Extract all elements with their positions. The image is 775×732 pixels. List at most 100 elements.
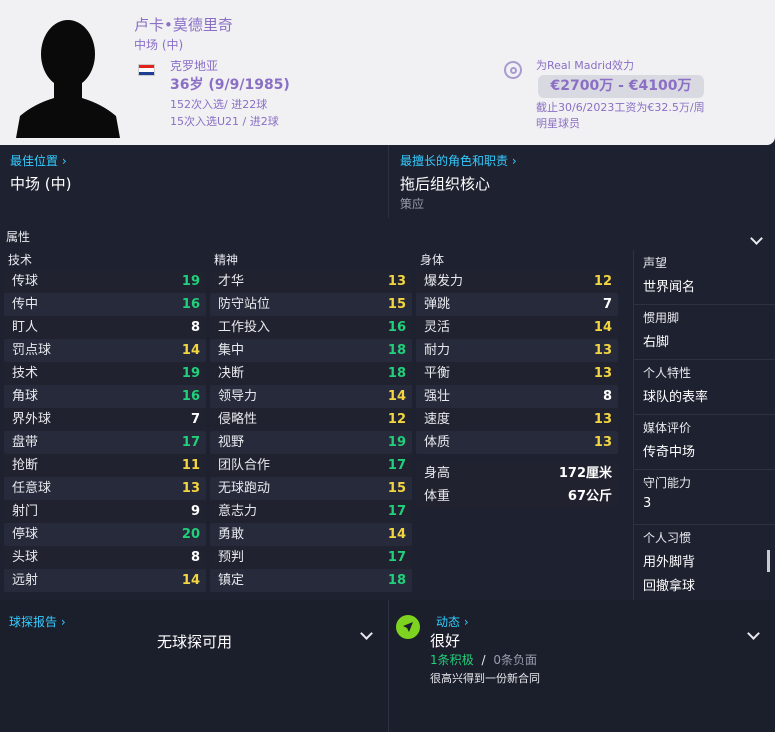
- physical-attribute-row[interactable]: 平衡 13: [416, 362, 618, 385]
- chevron-down-icon[interactable]: [747, 627, 760, 640]
- preferred-foot-item: 惯用脚 右脚: [634, 305, 775, 360]
- mental-attribute-row[interactable]: 团队合作 17: [210, 454, 412, 477]
- technical-attribute-row[interactable]: 停球 20: [4, 523, 206, 546]
- negative-count: 0条负面: [493, 653, 537, 667]
- technical-heading: 技术: [8, 253, 33, 267]
- technical-attribute-row[interactable]: 技术 19: [4, 362, 206, 385]
- attribute-value: 14: [387, 389, 406, 404]
- technical-attribute-row[interactable]: 抢断 11: [4, 454, 206, 477]
- mental-attribute-row[interactable]: 防守站位 15: [210, 293, 412, 316]
- preferred-foot-label: 惯用脚: [643, 311, 680, 325]
- best-position-link[interactable]: 最佳位置 ›: [10, 152, 378, 169]
- technical-attribute-row[interactable]: 盯人 8: [4, 316, 206, 339]
- chevron-down-icon[interactable]: [750, 232, 763, 245]
- physical-attribute-row[interactable]: 体质 13: [416, 431, 618, 454]
- mental-attribute-row[interactable]: 侵略性 12: [210, 408, 412, 431]
- club-badge-icon[interactable]: [504, 61, 522, 79]
- physical-attribute-row[interactable]: 强壮 8: [416, 385, 618, 408]
- technical-attribute-row[interactable]: 盘带 17: [4, 431, 206, 454]
- mental-attribute-row[interactable]: 工作投入 16: [210, 316, 412, 339]
- best-role-panel: 最擅长的角色和职责 › 拖后组织核心 策应: [390, 145, 775, 218]
- transfer-value: €2700万 - €4100万: [538, 75, 704, 98]
- technical-attribute-row[interactable]: 传球 19: [4, 270, 206, 293]
- player-header: 卢卡•莫德里奇 中场 (中) 克罗地亚 36岁 (9/9/1985) 152次入…: [0, 0, 775, 145]
- mental-attribute-row[interactable]: 预判 17: [210, 546, 412, 569]
- mental-attribute-row[interactable]: 领导力 14: [210, 385, 412, 408]
- attribute-value: 18: [387, 366, 406, 381]
- attribute-value: 9: [190, 504, 200, 519]
- technical-attribute-row[interactable]: 任意球 13: [4, 477, 206, 500]
- attribute-name: 爆发力: [424, 274, 464, 289]
- nationality[interactable]: 克罗地亚: [170, 57, 218, 74]
- attribute-value: 18: [387, 573, 406, 588]
- mental-attribute-row[interactable]: 决断 18: [210, 362, 412, 385]
- attribute-value: 17: [387, 550, 406, 565]
- mental-attribute-row[interactable]: 视野 19: [210, 431, 412, 454]
- technical-attribute-row[interactable]: 界外球 7: [4, 408, 206, 431]
- mental-attribute-row[interactable]: 勇敢 14: [210, 523, 412, 546]
- goalkeeping-value: 3: [643, 496, 652, 511]
- physical-list: 爆发力 12 弹跳 7 灵活 14 耐力 13 平衡 13 强壮 8 速度 13 体质 13: [416, 270, 618, 454]
- physical-attribute-row[interactable]: 弹跳 7: [416, 293, 618, 316]
- technical-attribute-row[interactable]: 罚点球 14: [4, 339, 206, 362]
- attribute-value: 19: [181, 366, 200, 381]
- scout-report-link[interactable]: 球探报告 ›: [9, 613, 66, 630]
- physical-attribute-row[interactable]: 耐力 13: [416, 339, 618, 362]
- attribute-name: 才华: [218, 274, 245, 289]
- mental-heading: 精神: [214, 253, 239, 267]
- attribute-value: 13: [387, 274, 406, 289]
- mental-attribute-row[interactable]: 集中 18: [210, 339, 412, 362]
- mental-attribute-row[interactable]: 无球跑动 15: [210, 477, 412, 500]
- u21-caps: 15次入选U21 / 进2球: [170, 115, 279, 128]
- physical-attribute-row[interactable]: 爆发力 12: [416, 270, 618, 293]
- technical-attribute-row[interactable]: 远射 14: [4, 569, 206, 592]
- scrollbar[interactable]: [767, 550, 770, 572]
- technical-attribute-row[interactable]: 头球 8: [4, 546, 206, 569]
- media-description-item: 媒体评价 传奇中场: [634, 415, 775, 470]
- attribute-value: 7: [190, 412, 200, 427]
- scout-report-value: 无球探可用: [156, 633, 232, 651]
- goalkeeping-item: 守门能力 3: [634, 470, 775, 525]
- attribute-name: 速度: [424, 412, 451, 427]
- attributes-header[interactable]: 属性: [0, 224, 775, 250]
- mental-attribute-row[interactable]: 才华 13: [210, 270, 412, 293]
- physical-attribute-row[interactable]: 速度 13: [416, 408, 618, 431]
- attribute-name: 盯人: [12, 320, 39, 335]
- attribute-value: 17: [387, 458, 406, 473]
- physical-attribute-row[interactable]: 灵活 14: [416, 316, 618, 339]
- attributes-title: 属性: [6, 230, 31, 244]
- attribute-name: 工作投入: [218, 320, 271, 335]
- attribute-value: 16: [181, 297, 200, 312]
- mental-list: 才华 13 防守站位 15 工作投入 16 集中 18 决断 18 领导力 14 侵略性 12 视野 19 团队…: [210, 270, 412, 592]
- caps-info: 152次入选/ 进22球 15次入选U21 / 进2球: [170, 96, 279, 130]
- best-role-link[interactable]: 最擅长的角色和职责 ›: [400, 152, 765, 169]
- attribute-value: 20: [181, 527, 200, 542]
- bottom-panels: 球探报告 › 无球探可用 动态 › 很好 1条积极 / 0条负面 很高兴得到一份…: [0, 600, 775, 732]
- physical-heading: 身体: [420, 253, 445, 267]
- news-link[interactable]: 动态 ›: [436, 613, 469, 630]
- player-traits-item: 个人习惯 用外脚背 回撤拿球: [634, 525, 775, 605]
- plays-for[interactable]: 为Real Madrid效力: [536, 57, 634, 73]
- media-description-value: 传奇中场: [643, 445, 696, 460]
- attribute-name: 罚点球: [12, 343, 52, 358]
- best-role-duty: 策应: [400, 197, 425, 211]
- attribute-value: 13: [593, 366, 612, 381]
- technical-attribute-row[interactable]: 射门 9: [4, 500, 206, 523]
- attribute-value: 8: [190, 550, 200, 565]
- attribute-value: 14: [181, 343, 200, 358]
- player-position: 中场 (中): [134, 38, 184, 52]
- attribute-name: 角球: [12, 389, 39, 404]
- attribute-name: 集中: [218, 343, 245, 358]
- technical-attribute-row[interactable]: 角球 16: [4, 385, 206, 408]
- attribute-name: 勇敢: [218, 527, 245, 542]
- height-value: 172厘米: [558, 466, 612, 481]
- personality-value: 球队的表率: [643, 390, 709, 405]
- attribute-value: 14: [593, 320, 612, 335]
- mental-attribute-row[interactable]: 镇定 18: [210, 569, 412, 592]
- attribute-value: 11: [181, 458, 200, 473]
- attribute-value: 19: [387, 435, 406, 450]
- player-age: 36岁 (9/9/1985): [170, 77, 290, 93]
- technical-attribute-row[interactable]: 传中 16: [4, 293, 206, 316]
- mental-attribute-row[interactable]: 意志力 17: [210, 500, 412, 523]
- attribute-name: 传中: [12, 297, 39, 312]
